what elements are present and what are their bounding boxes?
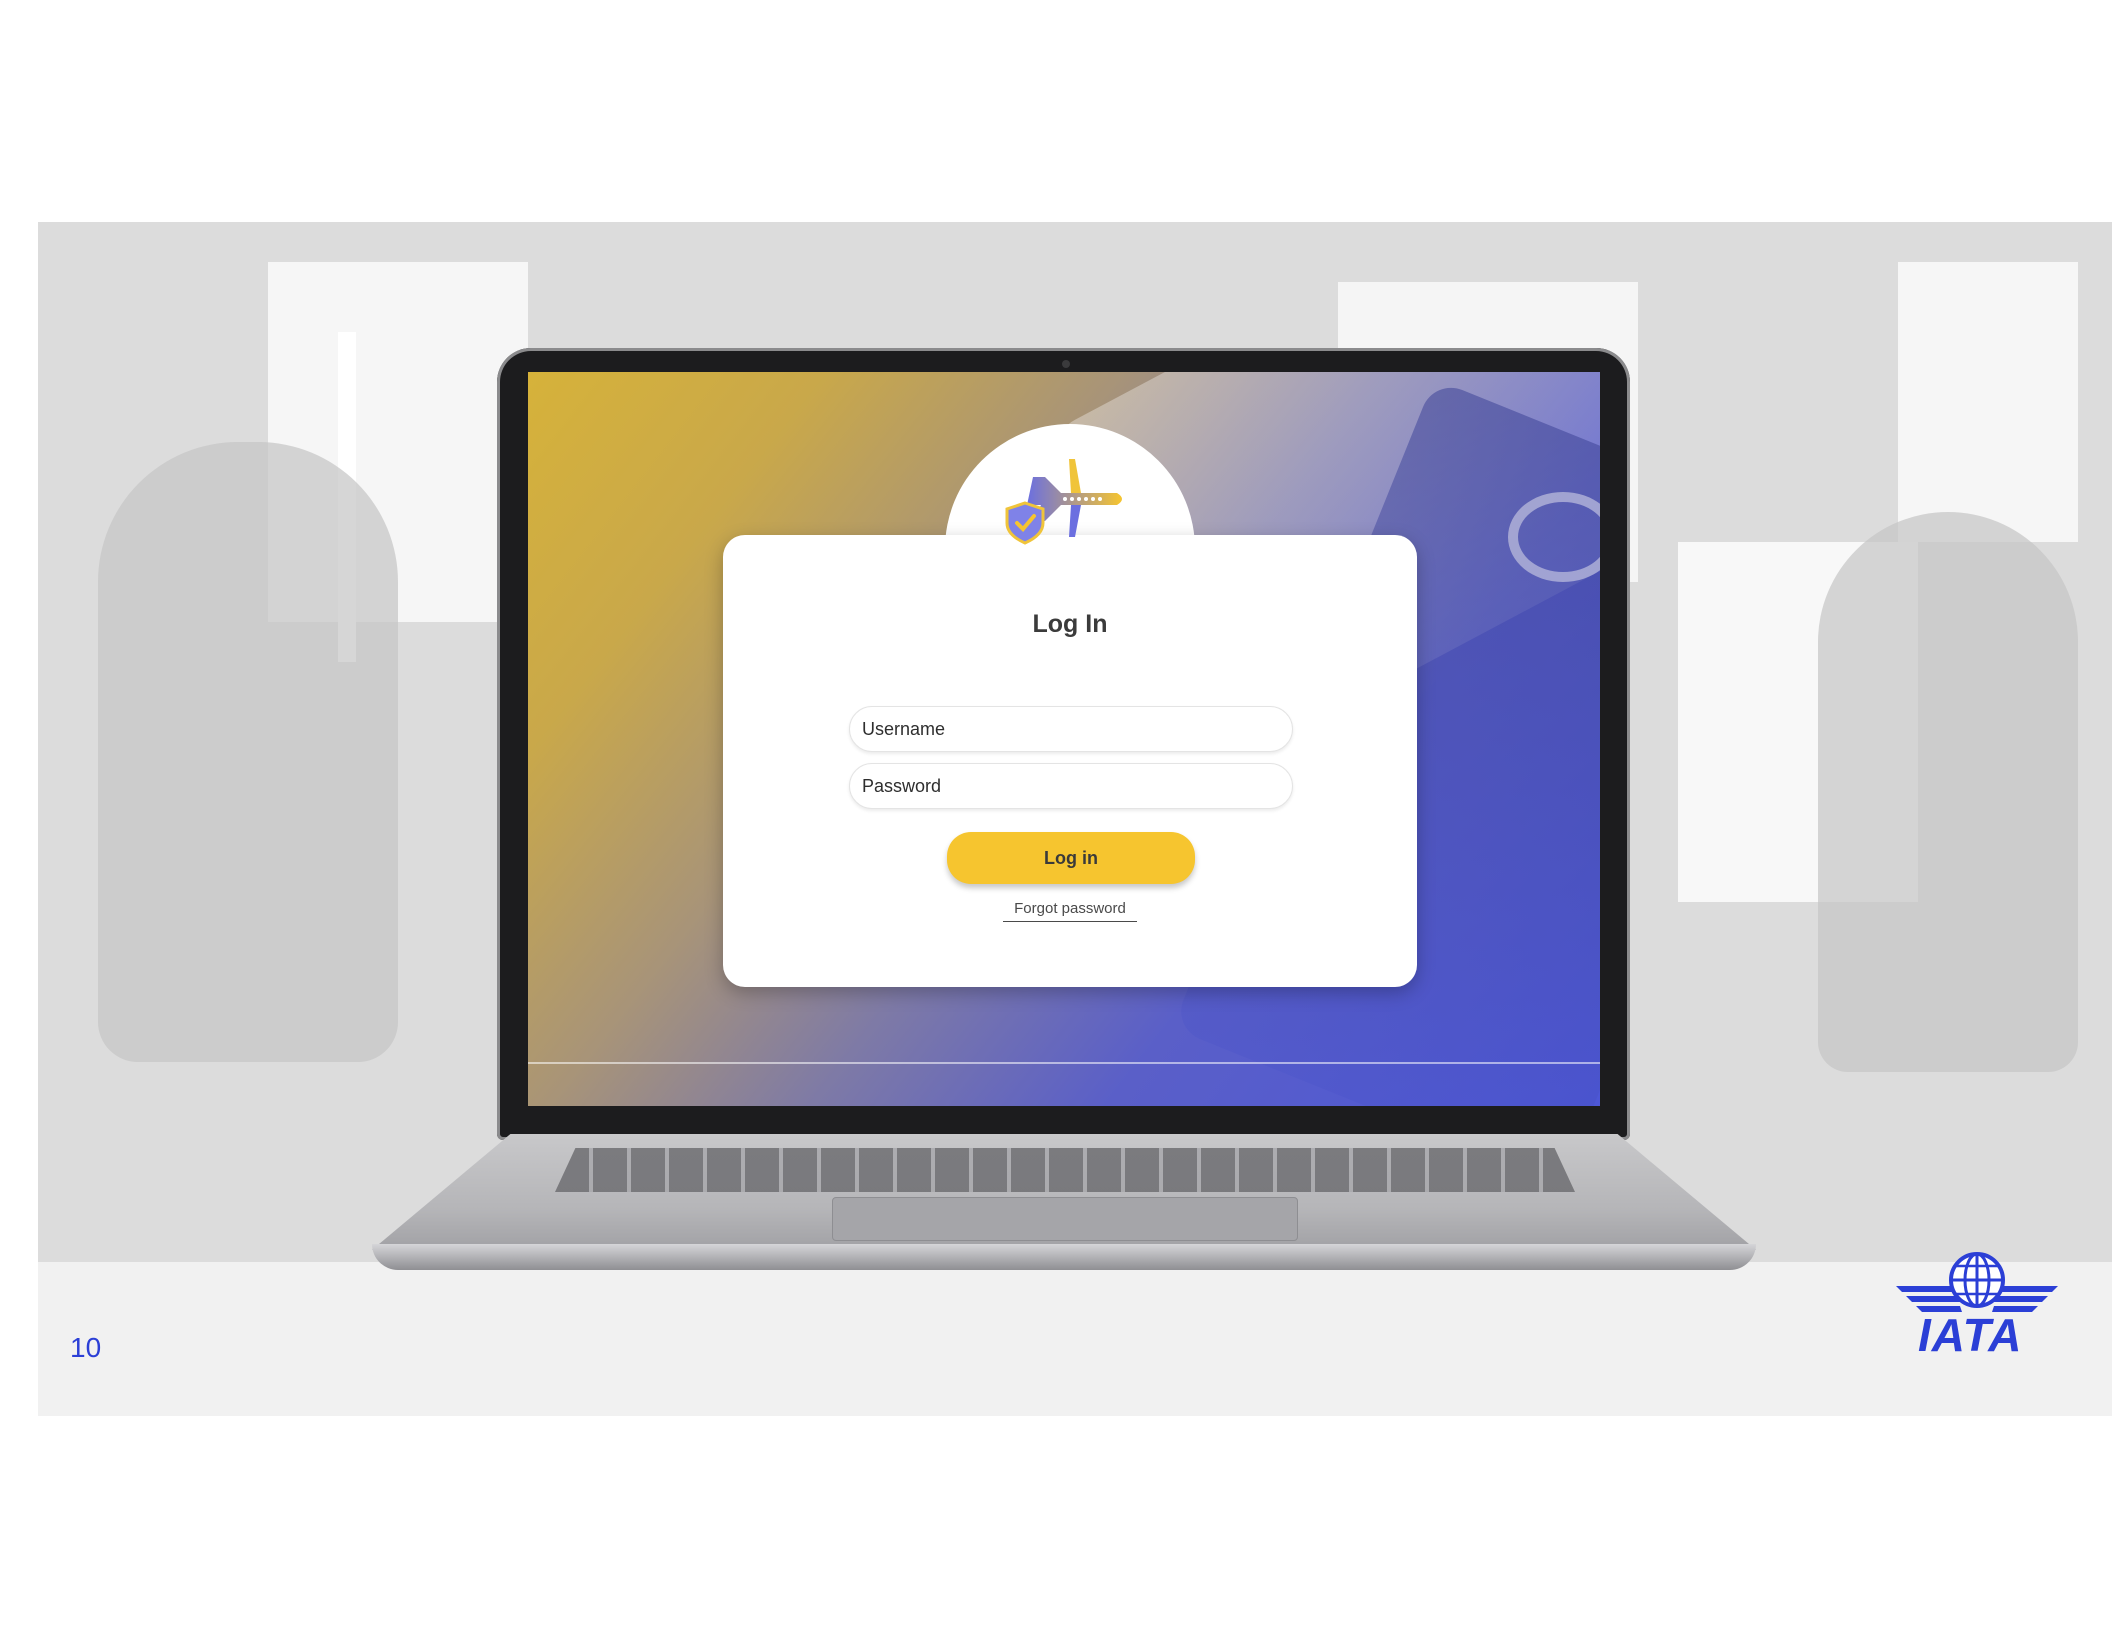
- screen-divider-line: [528, 1062, 1600, 1064]
- laptop-base-edge: [372, 1244, 1756, 1270]
- airplane-shield-icon: [1005, 459, 1122, 545]
- webcam: [1062, 360, 1070, 368]
- username-input[interactable]: [849, 706, 1293, 752]
- password-input[interactable]: [849, 763, 1293, 809]
- login-button[interactable]: Log in: [947, 832, 1195, 884]
- forgot-password-link[interactable]: Forgot password: [1003, 900, 1137, 922]
- laptop-keyboard: [555, 1148, 1575, 1192]
- login-title: Log In: [1032, 610, 1108, 638]
- page-number: 10: [70, 1332, 102, 1363]
- laptop-trackpad: [832, 1197, 1298, 1241]
- iata-brand-text: IATA: [1918, 1309, 2023, 1361]
